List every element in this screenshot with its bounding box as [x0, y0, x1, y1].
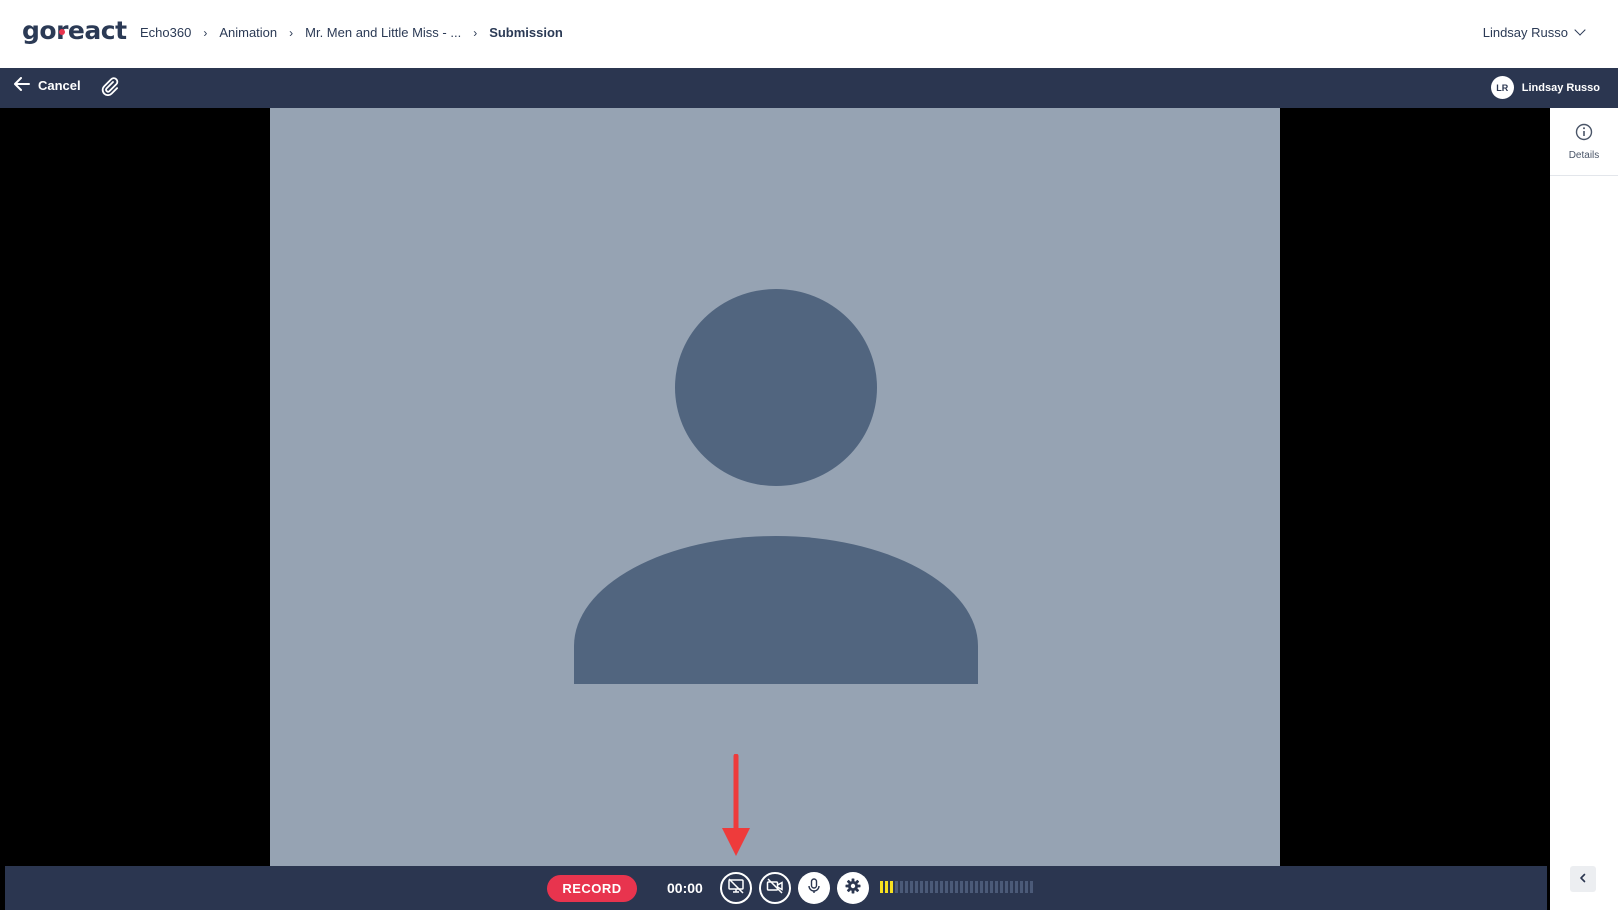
- meter-bar: [945, 881, 948, 893]
- meter-bar: [940, 881, 943, 893]
- meter-bar: [990, 881, 993, 893]
- user-placeholder-head: [675, 289, 877, 486]
- meter-bar: [1000, 881, 1003, 893]
- recording-timer: 00:00: [667, 880, 703, 896]
- meter-bar: [985, 881, 988, 893]
- chevron-down-icon: [1574, 24, 1586, 36]
- meter-bar: [1030, 881, 1033, 893]
- meter-bar: [895, 881, 898, 893]
- gear-icon: [844, 877, 862, 900]
- breadcrumb-item-echo360[interactable]: Echo360: [140, 25, 191, 40]
- meter-bar: [1005, 881, 1008, 893]
- meter-bar: [905, 881, 908, 893]
- meter-bar: [900, 881, 903, 893]
- meter-bar: [1020, 881, 1023, 893]
- cancel-button[interactable]: Cancel: [14, 77, 81, 94]
- meter-bar: [880, 881, 883, 893]
- screen-share-off-icon: [727, 877, 745, 899]
- avatar: LR: [1490, 76, 1514, 99]
- user-menu-name: Lindsay Russo: [1482, 25, 1568, 40]
- chevron-left-icon: [1578, 870, 1588, 888]
- video-stage: [0, 108, 1550, 910]
- record-button[interactable]: RECORD: [547, 875, 637, 902]
- meter-bar: [890, 881, 893, 893]
- meter-bar: [965, 881, 968, 893]
- recorder-toolbar: Cancel LR Lindsay Russo: [0, 68, 1618, 108]
- side-panel: Details: [1550, 108, 1618, 910]
- camera-preview: [270, 108, 1280, 866]
- toolbar-user: LR Lindsay Russo: [1490, 76, 1600, 99]
- camera-off-icon: [766, 877, 784, 899]
- microphone-level-meter: [880, 881, 1033, 893]
- app-header: goreact Echo360 › Animation › Mr. Men an…: [0, 0, 1618, 68]
- collapse-panel-button[interactable]: [1570, 866, 1596, 892]
- camera-toggle[interactable]: [759, 872, 791, 904]
- user-menu[interactable]: Lindsay Russo: [1482, 24, 1586, 40]
- meter-bar: [920, 881, 923, 893]
- recording-controls: RECORD 00:00: [5, 866, 1547, 910]
- details-label: Details: [1568, 149, 1600, 161]
- microphone-icon: [807, 877, 821, 899]
- attachment-button[interactable]: [98, 76, 120, 101]
- breadcrumb-item-animation[interactable]: Animation: [219, 25, 277, 40]
- annotation-arrow-icon: [722, 754, 750, 856]
- chevron-right-icon: ›: [473, 25, 478, 40]
- meter-bar: [960, 881, 963, 893]
- meter-bar: [975, 881, 978, 893]
- arrow-left-icon: [14, 77, 30, 94]
- meter-bar: [935, 881, 938, 893]
- meter-bar: [955, 881, 958, 893]
- user-placeholder-body: [574, 536, 978, 684]
- meter-bar: [980, 881, 983, 893]
- chevron-right-icon: ›: [203, 25, 208, 40]
- meter-bar: [1025, 881, 1028, 893]
- info-icon: [1575, 123, 1593, 146]
- breadcrumb-current: Submission: [489, 25, 563, 40]
- meter-bar: [915, 881, 918, 893]
- meter-bar: [995, 881, 998, 893]
- breadcrumb: Echo360 › Animation › Mr. Men and Little…: [140, 25, 563, 40]
- details-tab[interactable]: Details: [1550, 108, 1618, 176]
- breadcrumb-item-assignment[interactable]: Mr. Men and Little Miss - ...: [305, 25, 461, 40]
- meter-bar: [910, 881, 913, 893]
- microphone-toggle[interactable]: [798, 872, 830, 904]
- meter-bar: [1010, 881, 1013, 893]
- toolbar-user-name: Lindsay Russo: [1521, 81, 1600, 94]
- chevron-right-icon: ›: [289, 25, 294, 40]
- screen-share-toggle[interactable]: [720, 872, 752, 904]
- meter-bar: [925, 881, 928, 893]
- meter-bar: [950, 881, 953, 893]
- meter-bar: [1015, 881, 1018, 893]
- paperclip-icon: [99, 76, 119, 101]
- meter-bar: [970, 881, 973, 893]
- meter-bar: [885, 881, 888, 893]
- goreact-logo[interactable]: goreact: [22, 16, 127, 45]
- meter-bar: [930, 881, 933, 893]
- settings-button[interactable]: [837, 872, 869, 904]
- cancel-label: Cancel: [38, 78, 81, 93]
